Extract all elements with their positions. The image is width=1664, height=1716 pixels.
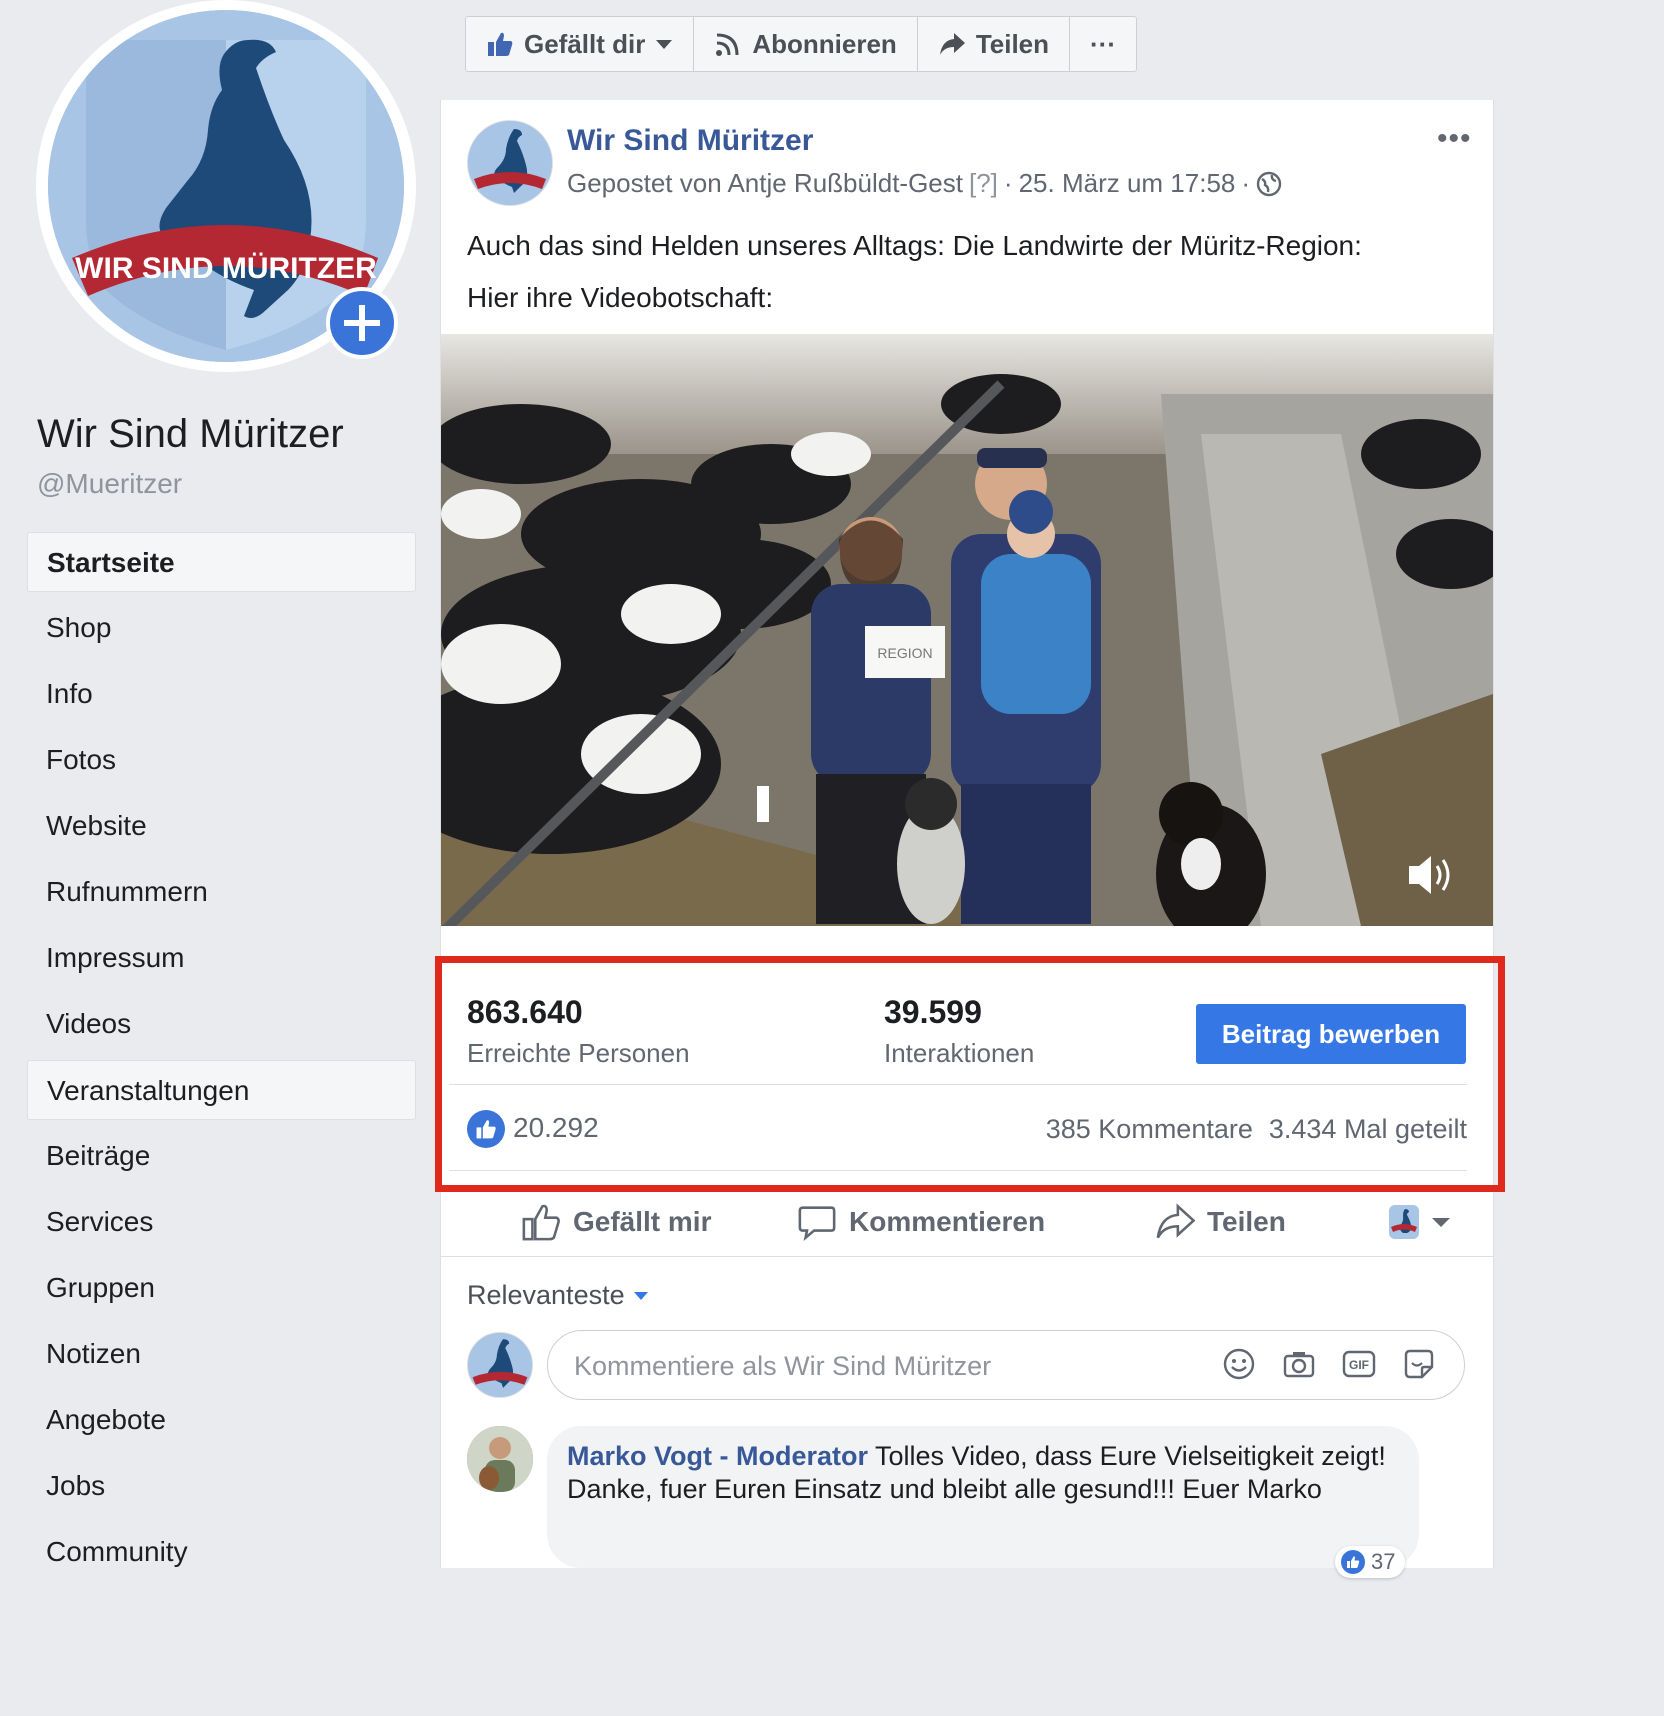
posted-by: Gepostet von Antje Rußbüldt-Gest	[567, 168, 963, 198]
thumbs-up-icon	[488, 32, 513, 56]
comment-sort-dropdown[interactable]: Relevanteste	[467, 1280, 649, 1311]
sidebar-item-community[interactable]: Community	[27, 1522, 416, 1582]
main-column: Gefällt dir Abonnieren Teilen ··· Wir Si…	[435, 0, 1520, 1578]
page-name: Wir Sind Müritzer	[37, 412, 344, 456]
comment-reaction-count[interactable]: 37	[1335, 1546, 1406, 1578]
follow-label: Abonnieren	[752, 28, 897, 59]
gif-icon[interactable]: GIF	[1342, 1347, 1376, 1381]
share-button-label: Teilen	[1207, 1206, 1286, 1237]
video-frame: REGION	[441, 334, 1493, 926]
page-logo-small	[468, 1333, 532, 1397]
page-handle: @Mueritzer	[37, 468, 183, 499]
like-reaction-badge	[1341, 1550, 1365, 1574]
sidebar-item-startseite[interactable]: Startseite	[27, 532, 416, 592]
comment-sort-label: Relevanteste	[467, 1280, 625, 1310]
left-sidebar: WIR SIND MÜRITZER Wir Sind Müritzer @Mue…	[0, 0, 440, 1568]
action-bar-divider	[441, 1256, 1493, 1257]
add-profile-photo-button[interactable]	[326, 287, 398, 359]
svg-text:GIF: GIF	[1349, 1358, 1369, 1372]
comment-button-label: Kommentieren	[849, 1206, 1046, 1237]
sidebar-item-angebote[interactable]: Angebote	[27, 1390, 416, 1450]
sidebar-item-impressum[interactable]: Impressum	[27, 928, 416, 988]
sidebar-item-website[interactable]: Website	[27, 796, 416, 856]
sidebar-item-videos[interactable]: Videos	[27, 994, 416, 1054]
page-action-bar: Gefällt dir Abonnieren Teilen ···	[465, 16, 1137, 72]
share-arrow-icon	[939, 33, 965, 55]
post-author-avatar[interactable]	[467, 120, 553, 206]
like-button-label: Gefällt mir	[573, 1206, 712, 1237]
sidebar-item-beitraege[interactable]: Beiträge	[27, 1126, 416, 1186]
avatar-photo	[467, 1426, 533, 1492]
post-options-button[interactable]: •••	[1437, 122, 1472, 156]
commenter-avatar	[467, 1332, 533, 1398]
post-timestamp[interactable]: 25. März um 17:58	[1019, 168, 1236, 199]
comment-button[interactable]: Kommentieren	[797, 1190, 1045, 1254]
sticker-icon[interactable]	[1402, 1347, 1436, 1381]
chevron-down-icon	[656, 40, 673, 49]
help-marker[interactable]: [?]	[969, 168, 998, 199]
comment-input[interactable]	[572, 1343, 1196, 1389]
comment-author-avatar[interactable]	[467, 1426, 533, 1492]
dog-left	[897, 778, 965, 924]
chevron-down-icon	[633, 1291, 648, 1300]
plus-icon	[344, 305, 380, 341]
rss-icon	[716, 33, 739, 56]
page-like-label: Gefällt dir	[524, 28, 646, 59]
sidebar-item-gruppen[interactable]: Gruppen	[27, 1258, 416, 1318]
follow-button[interactable]: Abonnieren	[694, 17, 918, 71]
sidebar-item-services[interactable]: Services	[27, 1192, 416, 1252]
smiley-icon[interactable]	[1222, 1347, 1256, 1381]
comment-input-box: GIF	[547, 1330, 1465, 1400]
share-button[interactable]: Teilen	[1155, 1190, 1286, 1254]
post-text-line-1: Auch das sind Helden unseres Alltags: Di…	[467, 230, 1362, 261]
camera-icon[interactable]	[1282, 1347, 1316, 1381]
page-more-button[interactable]: ···	[1070, 17, 1136, 71]
sidebar-item-jobs[interactable]: Jobs	[27, 1456, 416, 1516]
sidebar-item-notizen[interactable]: Notizen	[27, 1324, 416, 1384]
share-arrow-outline-icon	[1156, 1203, 1195, 1239]
page-share-label: Teilen	[975, 28, 1050, 59]
post-card: Wir Sind Müritzer Gepostet von Antje Ruß…	[435, 100, 1505, 1578]
sidebar-item-fotos[interactable]: Fotos	[27, 730, 416, 790]
logo-text: WIR SIND MÜRITZER	[75, 252, 377, 285]
sidebar-item-veranstaltungen[interactable]: Veranstaltungen	[27, 1060, 416, 1120]
more-dots-icon: ···	[1090, 28, 1116, 59]
page-like-button[interactable]: Gefällt dir	[466, 17, 695, 71]
speech-bubble-icon	[798, 1206, 836, 1242]
post-video[interactable]: REGION	[441, 334, 1493, 926]
meta-separator-2: ·	[1241, 168, 1251, 198]
thumbs-up-outline-icon	[522, 1204, 560, 1241]
thumbs-up-icon	[1347, 1556, 1360, 1568]
insights-highlight-box	[435, 956, 1505, 1192]
post-meta: Gepostet von Antje Rußbüldt-Gest [?] · 2…	[567, 168, 1282, 199]
video-sign-text: REGION	[877, 645, 932, 661]
comment-input-icons: GIF	[1222, 1347, 1436, 1381]
page-logo-small	[468, 121, 552, 205]
comment-bubble: Marko Vogt - Moderator Tolles Video, das…	[547, 1426, 1419, 1568]
sidebar-item-shop[interactable]: Shop	[27, 598, 416, 658]
page-share-button[interactable]: Teilen	[918, 17, 1071, 71]
video-progress-marker	[757, 786, 769, 822]
post-text: Auch das sind Helden unseres Alltags: Di…	[467, 220, 1467, 324]
comment-reaction-value: 37	[1371, 1549, 1396, 1574]
page-logo-mini	[1389, 1205, 1419, 1239]
chevron-down-icon	[1432, 1218, 1450, 1227]
post-as-selector[interactable]	[1389, 1190, 1451, 1254]
sidebar-item-rufnummern[interactable]: Rufnummern	[27, 862, 416, 922]
comment-author[interactable]: Marko Vogt - Moderator	[567, 1441, 868, 1471]
globe-icon[interactable]	[1256, 171, 1282, 197]
sidebar-item-info[interactable]: Info	[27, 664, 416, 724]
meta-separator: ·	[1003, 168, 1013, 198]
post-author-name[interactable]: Wir Sind Müritzer	[567, 124, 813, 158]
post-text-line-2: Hier ihre Videobotschaft:	[467, 282, 774, 313]
like-button[interactable]: Gefällt mir	[521, 1190, 711, 1254]
